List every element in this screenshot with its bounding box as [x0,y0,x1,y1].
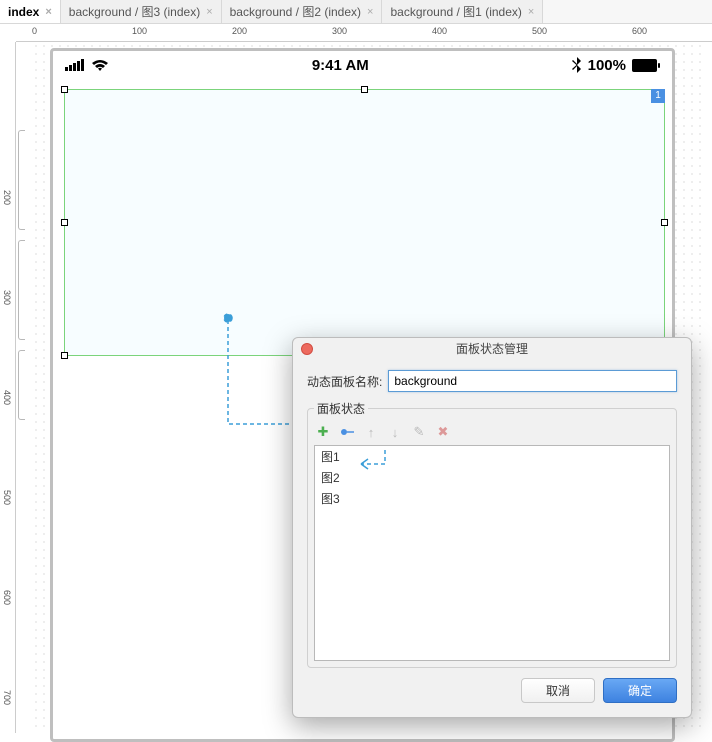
state-badge: 1 [651,89,665,103]
battery-percent: 100% [588,57,626,74]
tab-label: index [8,5,39,19]
delete-icon[interactable]: ✖ [436,425,450,439]
bluetooth-icon [572,57,582,73]
states-listbox[interactable]: 图1 图2 图3 [314,445,670,661]
statusbar-time: 9:41 AM [312,57,369,74]
edit-icon[interactable]: ✎ [412,425,426,439]
close-icon[interactable]: × [45,6,51,18]
tab-bg3[interactable]: background / 图3 (index) × [61,0,222,23]
ok-button[interactable]: 确定 [603,678,677,703]
window-close-button[interactable] [301,343,313,355]
tab-index[interactable]: index × [0,0,61,23]
signal-icon [65,59,85,71]
horizontal-ruler: 0 100 200 300 400 500 600 [16,24,712,42]
state-item[interactable]: 图3 [315,488,669,509]
states-toolbar: ✚ ↑ ↓ ✎ ✖ [314,423,670,445]
tab-bg1[interactable]: background / 图1 (index) × [382,0,543,23]
tab-bar: index × background / 图3 (index) × backgrou… [0,0,712,24]
states-fieldset: 面板状态 ✚ ↑ ↓ ✎ ✖ 图1 图2 图3 [307,400,677,668]
duplicate-icon[interactable] [340,425,354,439]
tab-label: background / 图1 (index) [390,3,521,20]
dialog-titlebar[interactable]: 面板状态管理 [293,338,691,360]
tab-label: background / 图2 (index) [230,3,361,20]
move-down-icon[interactable]: ↓ [388,425,402,439]
ruler-bracket [18,240,25,340]
close-icon[interactable]: × [367,6,373,18]
ruler-bracket [18,130,25,230]
phone-statusbar: 9:41 AM 100% [53,51,672,79]
dialog-title: 面板状态管理 [456,342,528,356]
reorder-arrow-icon [355,448,391,482]
battery-icon [632,59,660,72]
close-icon[interactable]: × [528,6,534,18]
vertical-ruler: 200 300 400 500 600 700 [0,42,16,733]
move-up-icon[interactable]: ↑ [364,425,378,439]
panel-state-dialog: 面板状态管理 动态面板名称: 面板状态 ✚ ↑ ↓ ✎ ✖ 图1 图2 [292,337,692,718]
tab-label: background / 图3 (index) [69,3,200,20]
name-label: 动态面板名称: [307,373,382,390]
states-legend: 面板状态 [314,400,368,417]
tab-bg2[interactable]: background / 图2 (index) × [222,0,383,23]
add-icon[interactable]: ✚ [316,425,330,439]
wifi-icon [91,59,109,72]
cancel-button[interactable]: 取消 [521,678,595,703]
panel-name-input[interactable] [388,370,677,392]
close-icon[interactable]: × [206,6,212,18]
ruler-bracket [18,350,25,420]
